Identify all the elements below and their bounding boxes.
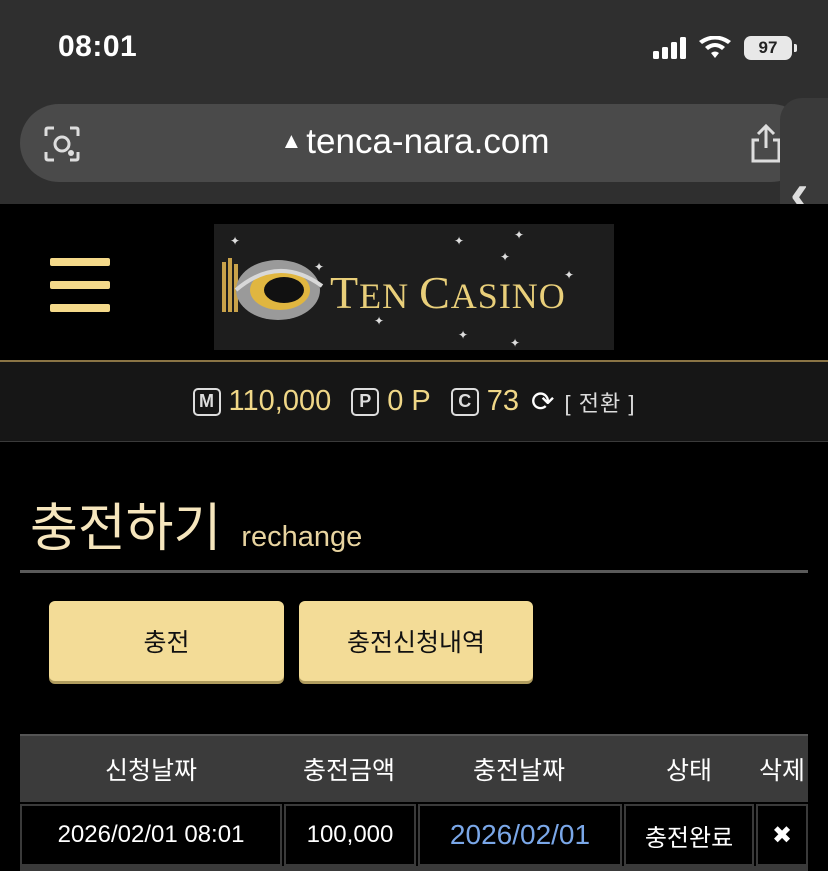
title-divider — [20, 570, 808, 573]
browser-chrome: 08:01 97 ▲ tenca-nara.com — [0, 0, 828, 204]
point-balance: P 0 P — [351, 385, 431, 418]
warning-icon: ▲ — [280, 128, 303, 153]
column-header-charge-date: 충전날짜 — [472, 757, 565, 785]
delete-icon[interactable]: ✖ — [772, 821, 792, 850]
coupon-balance: C 73 — [450, 385, 520, 418]
cellular-signal-icon — [653, 37, 686, 59]
table-next-row-edge — [20, 866, 808, 871]
cell-amount: 100,000 — [284, 804, 416, 866]
ten-casino-logo[interactable]: ✦ ✦ ✦ ✦ ✦ ✦ ✦ ✦ ✦ TEN CASINO — [214, 224, 614, 350]
cell-delete: ✖ — [756, 804, 808, 866]
refresh-icon[interactable]: ⟳ — [531, 385, 554, 418]
share-icon[interactable] — [748, 122, 784, 164]
cell-charge-date-link[interactable]: 2026/02/01 — [418, 804, 622, 866]
wifi-icon — [699, 36, 731, 58]
url-text: tenca-nara.com — [306, 122, 550, 161]
url-display[interactable]: ▲ tenca-nara.com — [20, 122, 810, 162]
battery-indicator: 97 — [744, 36, 797, 60]
column-header-request-date: 신청날짜 — [104, 757, 197, 785]
charge-button[interactable]: 충전 — [49, 601, 284, 681]
cell-status: 충전완료 — [624, 804, 754, 866]
table-row: 2026/02/01 08:01 100,000 2026/02/01 충전완료… — [20, 804, 808, 866]
charge-history-table: 신청날짜 충전금액 충전날짜 상태 삭제 2026/02/01 08:01 10… — [20, 734, 808, 866]
logo-eye-icon — [222, 258, 324, 320]
column-header-status: 상태 — [665, 757, 712, 785]
cell-request-date: 2026/02/01 08:01 — [20, 804, 282, 866]
page-title-korean: 충전하기 — [30, 500, 222, 558]
coupon-value: 73 — [486, 385, 520, 417]
logo-wordmark: TEN CASINO — [330, 267, 566, 318]
page-title-english: rechange — [241, 521, 363, 553]
site-header: ✦ ✦ ✦ ✦ ✦ ✦ ✦ ✦ ✦ TEN CASINO — [0, 204, 828, 362]
column-header-delete: 삭제 — [758, 757, 805, 785]
point-badge-icon: P — [351, 387, 380, 416]
switch-link[interactable]: [ 전환 ] — [565, 386, 636, 418]
money-value: 110,000 — [228, 385, 332, 417]
address-bar[interactable]: ▲ tenca-nara.com — [20, 104, 810, 182]
balance-bar: M 110,000 P 0 P C 73 ⟳ [ 전환 ] — [0, 362, 828, 442]
charge-history-button[interactable]: 충전신청내역 — [299, 601, 533, 681]
status-time: 08:01 — [58, 30, 138, 63]
status-icons: 97 — [653, 36, 797, 60]
money-balance: M 110,000 — [192, 385, 332, 418]
column-header-amount: 충전금액 — [302, 757, 395, 785]
battery-level: 97 — [758, 38, 778, 57]
page-title: 충전하기 rechange — [30, 486, 362, 561]
point-value: 0 P — [387, 385, 431, 417]
table-header: 신청날짜 충전금액 충전날짜 상태 삭제 — [20, 734, 808, 802]
money-badge-icon: M — [192, 387, 221, 416]
menu-icon[interactable] — [50, 258, 110, 312]
coupon-badge-icon: C — [450, 387, 479, 416]
